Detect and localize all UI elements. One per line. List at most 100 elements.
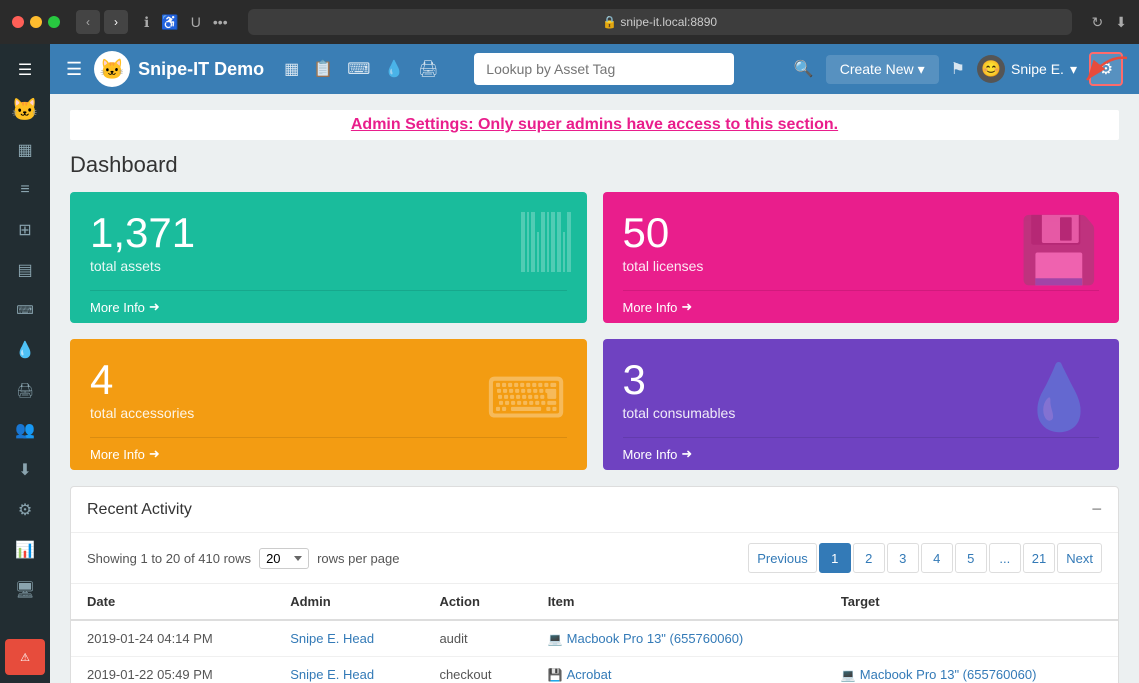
sidebar-item-people[interactable]: 👥 [5,412,45,448]
page-5-button[interactable]: 5 [955,543,987,573]
page-4-button[interactable]: 4 [921,543,953,573]
next-button[interactable]: Next [1057,543,1102,573]
fullscreen-button[interactable] [48,16,60,28]
avatar: 😊 [977,55,1005,83]
download-browser-icon[interactable]: ⬇ [1115,14,1127,31]
forward-arrow[interactable]: › [104,10,128,34]
create-new-button[interactable]: Create New ▾ [826,55,939,84]
nav-arrows: ‹ › [76,10,128,34]
showing-text: Showing 1 to 20 of 410 rows [87,551,251,566]
printer-nav-icon[interactable]: 🖨 [418,59,438,79]
sidebar-item-monitor[interactable]: 🖥 [5,572,45,608]
row-action: audit [423,620,531,657]
sidebar-item-download[interactable]: ⬇ [5,452,45,488]
stat-number-assets: 1,371 [90,212,567,254]
target-link[interactable]: Macbook Pro 13" (655760060) [860,667,1037,682]
rows-per-page-select[interactable]: 20 50 100 [259,548,309,569]
page-21-button[interactable]: 21 [1023,543,1055,573]
laptop-icon: 💻 [548,632,563,646]
pagination: Previous 1 2 3 4 5 ... 21 Next [748,543,1102,573]
admin-banner-text: Admin Settings: Only super admins have a… [351,116,838,133]
page-2-button[interactable]: 2 [853,543,885,573]
search-icon[interactable]: 🔍 [794,59,814,79]
rows-per-page-label: rows per page [317,551,399,566]
droplet-nav-icon[interactable]: 💧 [384,59,404,79]
navbar-right: 🔍 Create New ▾ ⚑ 😊 Snipe E. ▾ ⚙ [794,52,1123,86]
back-arrow[interactable]: ‹ [76,10,100,34]
sidebar-item-assets[interactable]: ▦ [5,132,45,168]
stat-footer-assets[interactable]: More Info ➜ [90,290,567,323]
lock-icon: 🔒 [602,15,617,29]
sidebar-item-consumables[interactable]: ▤ [5,252,45,288]
sidebar-item-accessories[interactable]: ⌨ [5,292,45,328]
sidebar-item-droplet[interactable]: 💧 [5,332,45,368]
row-date: 2019-01-24 04:14 PM [71,620,274,657]
minimize-button[interactable] [30,16,42,28]
admin-link[interactable]: Snipe E. Head [290,631,374,646]
user-dropdown-icon: ▾ [1070,61,1077,78]
stat-card-accessories: ⌨ 4 total accessories More Info ➜ [70,339,587,470]
col-action: Action [423,584,531,620]
more-info-licenses: More Info [623,300,678,315]
page-content: Admin Settings: Only super admins have a… [50,94,1139,683]
main-content: ☰ 🐱 Snipe-IT Demo ▦ 📋 ⌨ 💧 🖨 🔍 [50,44,1139,683]
flag-icon[interactable]: ⚑ [951,59,965,79]
sidebar-item-maintenance[interactable]: ≡ [5,172,45,208]
hamburger-icon[interactable]: ☰ [66,59,82,80]
sidebar-item-menu[interactable]: ☰ [5,52,45,88]
sidebar-item-components[interactable]: ⊞ [5,212,45,248]
copy-nav-icon[interactable]: 📋 [313,59,333,79]
stat-label-assets: total assets [90,258,567,274]
collapse-button[interactable]: − [1091,499,1102,520]
stat-label-consumables: total consumables [623,405,1100,421]
save-icon: 💾 [1019,213,1099,288]
arrow-right-icon: ➜ [149,299,160,315]
col-admin: Admin [274,584,423,620]
stat-footer-licenses[interactable]: More Info ➜ [623,290,1100,323]
row-admin: Snipe E. Head [274,620,423,657]
create-new-label: Create New [840,61,914,77]
item-link[interactable]: Macbook Pro 13" (655760060) [567,631,744,646]
stat-footer-consumables[interactable]: More Info ➜ [623,437,1100,470]
save-item-icon: 💾 [548,668,563,682]
browser-chrome: ‹ › ℹ ♿ U ••• 🔒 snipe-it.local:8890 ↻ ⬇ [0,0,1139,44]
row-target [825,620,1118,657]
activity-table: Date Admin Action Item Target 2019-01-24… [71,584,1118,683]
sidebar-item-avatar[interactable]: 🐱 [5,92,45,128]
url-bar[interactable]: 🔒 snipe-it.local:8890 [248,9,1072,35]
brand: 🐱 Snipe-IT Demo [94,51,264,87]
stat-cards: 1,371 total assets More Info ➜ 💾 50 tota… [70,192,1119,470]
barcode-nav-icon[interactable]: ▦ [284,59,299,79]
more-icon: ••• [213,14,228,31]
arrow-right-icon-licenses: ➜ [681,299,692,315]
sidebar-item-printer[interactable]: 🖨 [5,372,45,408]
row-admin: Snipe E. Head [274,657,423,683]
activity-header: Recent Activity − [71,487,1118,533]
sidebar-item-alert[interactable]: ⚠ [5,639,45,675]
user-menu[interactable]: 😊 Snipe E. ▾ [977,55,1077,83]
table-row: 2019-01-24 04:14 PM Snipe E. Head audit … [71,620,1118,657]
dropdown-arrow-icon: ▾ [918,61,925,78]
col-target: Target [825,584,1118,620]
stat-card-licenses: 💾 50 total licenses More Info ➜ [603,192,1120,323]
admin-link-2[interactable]: Snipe E. Head [290,667,374,682]
stat-label-licenses: total licenses [623,258,1100,274]
page-1-button[interactable]: 1 [819,543,851,573]
item-link-2[interactable]: Acrobat [567,667,612,682]
previous-button[interactable]: Previous [748,543,817,573]
sidebar-item-settings[interactable]: ⚙ [5,492,45,528]
username-label: Snipe E. [1011,61,1064,77]
col-item: Item [532,584,825,620]
more-info-assets: More Info [90,300,145,315]
settings-button[interactable]: ⚙ [1089,52,1123,86]
row-item: 💾 Acrobat [532,657,825,683]
close-button[interactable] [12,16,24,28]
sidebar-item-chart[interactable]: 📊 [5,532,45,568]
traffic-lights [12,16,60,28]
stat-footer-accessories[interactable]: More Info ➜ [90,437,567,470]
refresh-icon[interactable]: ↻ [1092,14,1104,31]
page-3-button[interactable]: 3 [887,543,919,573]
page-ellipsis: ... [989,543,1021,573]
search-input[interactable] [474,53,734,85]
keyboard-nav-icon[interactable]: ⌨ [347,59,370,79]
